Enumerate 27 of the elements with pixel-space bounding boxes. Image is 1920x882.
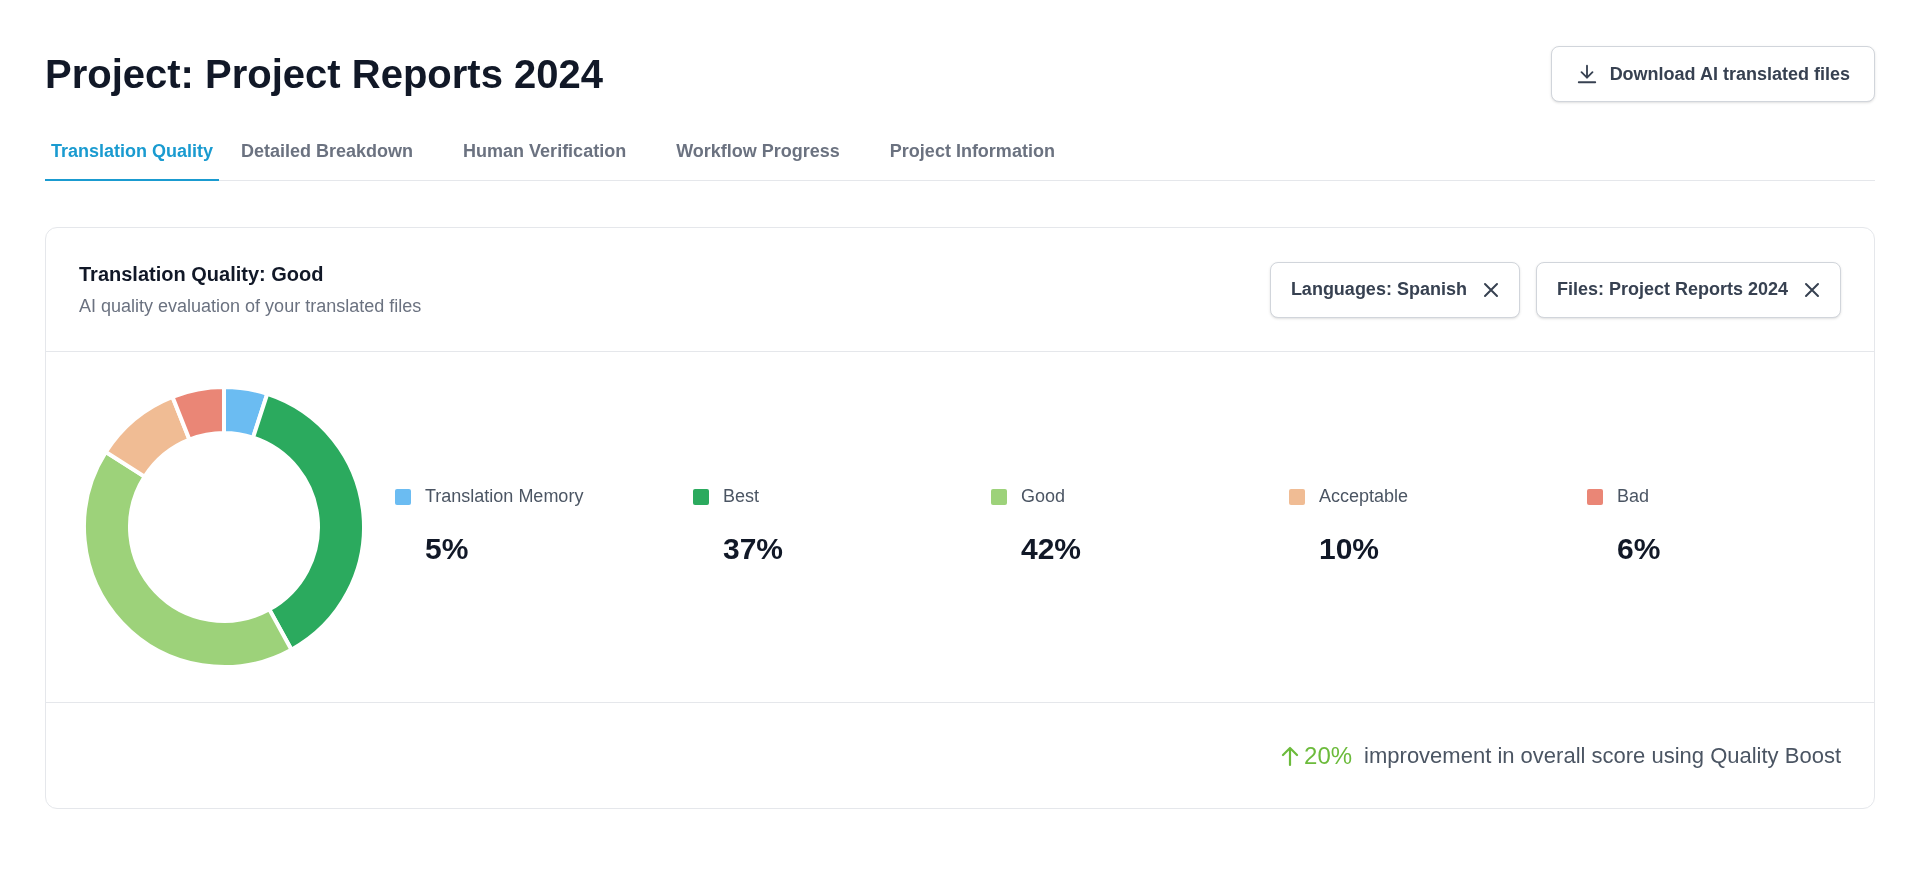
tab[interactable]: Project Information — [883, 138, 1061, 181]
close-icon[interactable] — [1482, 281, 1499, 298]
download-button[interactable]: Download AI translated files — [1550, 46, 1875, 102]
card-subtitle: AI quality evaluation of your translated files — [79, 295, 422, 318]
legend-value: 42% — [1020, 531, 1083, 567]
tab[interactable]: Human Verification — [457, 138, 633, 181]
download-icon — [1575, 63, 1598, 85]
up-arrow-icon — [1280, 744, 1301, 767]
change-value: 20% — [1304, 740, 1353, 771]
legend-value: 37% — [722, 531, 785, 567]
filter-label: Languages: Spanish — [1290, 278, 1467, 301]
filter-label: Files: Project Reports 2024 — [1556, 278, 1788, 301]
legend-value: 6% — [1616, 531, 1662, 567]
legend-value: 10% — [1318, 531, 1381, 567]
page-title: Project: Project Reports 2024 — [45, 54, 603, 94]
legend-label: Translation Memory — [425, 485, 584, 508]
tab[interactable]: Translation Quality — [45, 138, 220, 181]
legend-label: Best — [723, 485, 760, 508]
legend-label: Acceptable — [1319, 485, 1409, 508]
legend-label: Good — [1021, 485, 1066, 508]
legend-value: 5% — [424, 531, 470, 567]
footer-text: improvement in overall score using Quality Boost — [1364, 742, 1841, 770]
card-title: Translation Quality: Good — [79, 262, 325, 287]
close-icon[interactable] — [1804, 281, 1820, 298]
legend-label: Bad — [1617, 485, 1650, 508]
tab[interactable]: Workflow Progress — [670, 138, 846, 181]
tab[interactable]: Detailed Breakdown — [235, 138, 420, 181]
